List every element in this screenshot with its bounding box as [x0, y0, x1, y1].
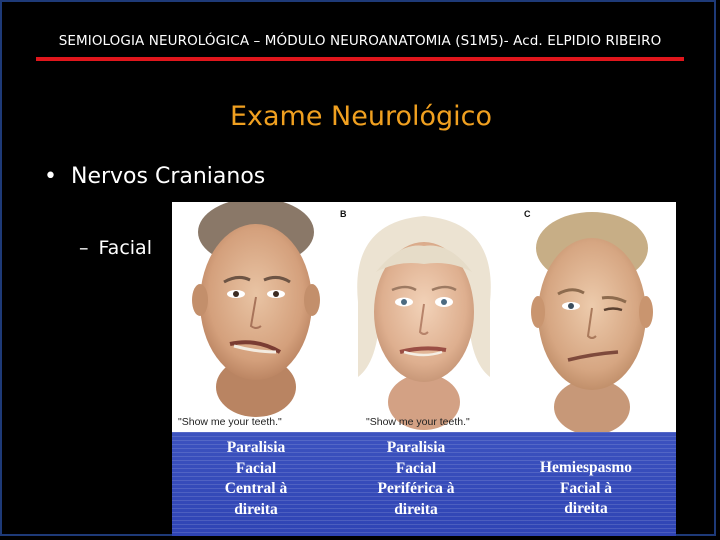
- bullet-level2-text: Facial: [98, 237, 152, 259]
- slide-title: Exame Neurológico: [229, 101, 493, 132]
- bullet-level1-text: Nervos Cranianos: [70, 164, 266, 189]
- caption-band: Paralisia Facial Central à direita Paral…: [172, 432, 676, 536]
- face-panel-c: C: [508, 202, 676, 435]
- panel-letter-b: B: [340, 209, 347, 219]
- face-b-quote: "Show me your teeth.": [366, 416, 470, 428]
- caption-hemifacial-spasm: Hemiespasmo Facial à direita: [539, 459, 633, 517]
- slide-header: SEMIOLOGIA NEUROLÓGICA – MÓDULO NEUROANA…: [58, 33, 662, 49]
- bullet-dash-icon: –: [79, 237, 89, 259]
- bullet-level2: – Facial: [79, 237, 152, 259]
- face-a-quote: "Show me your teeth.": [178, 416, 282, 428]
- bullet-dot-icon: •: [44, 164, 57, 189]
- face-c-illustration: [531, 212, 653, 435]
- face-b-illustration: [357, 216, 491, 430]
- header-divider: [36, 57, 684, 61]
- caption-central-palsy: Paralisia Facial Central à direita: [224, 439, 288, 518]
- caption-peripheral-palsy: Paralisia Facial Periférica à direita: [377, 439, 455, 518]
- face-a-illustration: [192, 202, 320, 417]
- bullet-level1: • Nervos Cranianos: [44, 164, 265, 189]
- panel-letter-c: C: [524, 209, 531, 219]
- facial-palsy-figure: "Show me your teeth." B "Show me your te…: [172, 202, 676, 536]
- face-panel-b: B "Show me your teeth.": [340, 202, 508, 432]
- face-panel-a: "Show me your teeth.": [172, 202, 340, 432]
